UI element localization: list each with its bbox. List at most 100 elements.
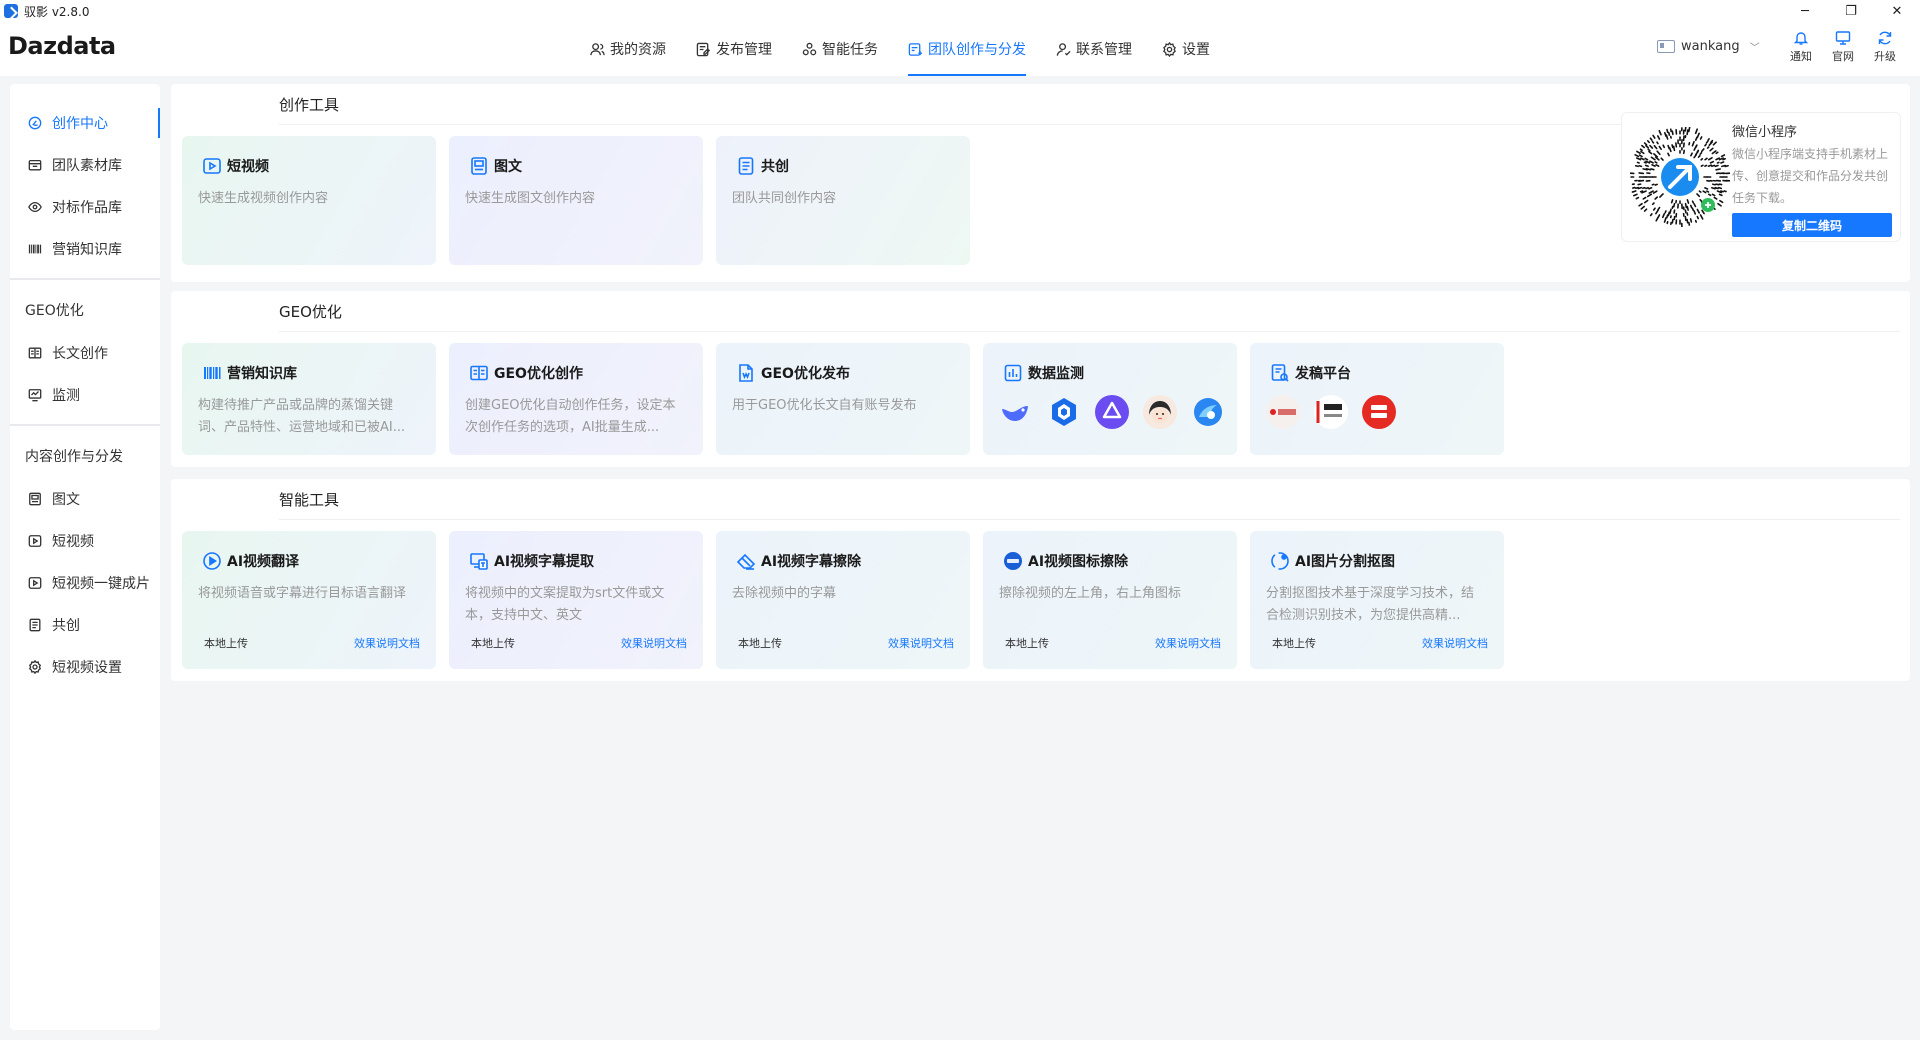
section-title: GEO优化 xyxy=(279,303,342,321)
deepseek-logo[interactable] xyxy=(999,395,1033,429)
action-label: 通知 xyxy=(1790,50,1812,63)
ai-card-subtitle-erase[interactable]: AI视频字幕擦除 去除视频中的字幕 本地上传 效果说明文档 xyxy=(716,531,970,669)
sidebar-item-label: 短视频设置 xyxy=(52,660,122,676)
miniprogram-qr-code xyxy=(1630,127,1730,227)
ai-card-subtitle-extract[interactable]: AI视频字幕提取 将视频中的文案提取为srt文件或文本，支持中文、英文 本地上传… xyxy=(449,531,703,669)
doc-link[interactable]: 效果说明文档 xyxy=(621,635,687,651)
doc-link[interactable]: 效果说明文档 xyxy=(888,635,954,651)
card-desc: 构建待推广产品或品牌的蒸馏关键词、产品特性、运营地域和已被AI... xyxy=(198,398,406,435)
maximize-button[interactable]: ❐ xyxy=(1828,0,1874,22)
sidebar-item-image-text[interactable]: 图文 xyxy=(10,478,160,520)
doubao-logo[interactable] xyxy=(1047,395,1081,429)
sidebar-item-video-settings[interactable]: 短视频设置 xyxy=(10,646,160,688)
tool-card-co-create[interactable]: 共创 团队共同创作内容 xyxy=(716,136,970,265)
card-title-text: 短视频 xyxy=(227,159,269,175)
wenxin-logo[interactable] xyxy=(1191,395,1225,429)
cutout-icon xyxy=(1271,552,1289,570)
sidebar-item-label: 对标作品库 xyxy=(52,200,122,216)
website-button[interactable]: 官网 xyxy=(1822,30,1864,64)
users-icon xyxy=(590,42,605,55)
section-geo: GEO优化 营销知识库 构建待推广产品或品牌的蒸馏关键词、产品特性、运营地域和已… xyxy=(171,291,1910,467)
sidebar-item-video-quick[interactable]: 短视频一键成片 xyxy=(10,562,160,604)
geo-card-publish[interactable]: GEO优化发布 用于GEO优化长文自有账号发布 xyxy=(716,343,970,455)
brand-logo[interactable]: Dazdata xyxy=(8,32,116,60)
logo-erase-icon xyxy=(1004,552,1022,570)
china-box-logo[interactable] xyxy=(1362,395,1396,429)
chevron-down-icon: ﹀ xyxy=(1749,43,1760,54)
local-upload-link[interactable]: 本地上传 xyxy=(1272,635,1316,651)
tool-card-image-text[interactable]: 图文 快速生成图文创作内容 xyxy=(449,136,703,265)
sidebar-item-knowledge[interactable]: 营销知识库 xyxy=(10,228,160,270)
action-label: 升级 xyxy=(1874,50,1896,63)
sidebar-item-monitor[interactable]: 监测 xyxy=(10,374,160,416)
ai-card-video-translate[interactable]: AI视频翻译 将视频语音或字幕进行目标语言翻译 本地上传 效果说明文档 xyxy=(182,531,436,669)
monitor-icon xyxy=(1835,31,1851,45)
id-card-icon xyxy=(1657,40,1675,53)
geo-card-data-monitor[interactable]: 数据监测 xyxy=(983,343,1237,455)
nav-smart-task[interactable]: 智能任务 xyxy=(802,22,878,76)
card-desc: 将视频中的文案提取为srt文件或文本，支持中文、英文 xyxy=(465,586,665,623)
nav-my-resources[interactable]: 我的资源 xyxy=(590,22,666,76)
local-upload-link[interactable]: 本地上传 xyxy=(204,635,248,651)
local-upload-link[interactable]: 本地上传 xyxy=(471,635,515,651)
press-logo[interactable] xyxy=(1266,395,1300,429)
nav-label: 发布管理 xyxy=(716,42,772,58)
card-title: 营销知识库 xyxy=(202,363,297,383)
minimize-button[interactable]: ─ xyxy=(1782,0,1828,22)
section-title: 智能工具 xyxy=(279,491,340,509)
doc-link[interactable]: 效果说明文档 xyxy=(354,635,420,651)
card-title: 共创 xyxy=(736,156,789,176)
upgrade-button[interactable]: 升级 xyxy=(1864,30,1906,64)
copy-qr-button[interactable]: 复制二维码 xyxy=(1732,213,1892,237)
close-button[interactable]: ✕ xyxy=(1874,0,1920,22)
app-header: Dazdata 我的资源 发布管理 智能任务 团队创作与分发 联系管理 设置 w… xyxy=(0,22,1920,76)
nav-settings[interactable]: 设置 xyxy=(1162,22,1210,76)
team-create-icon xyxy=(908,42,923,56)
sidebar-item-label: 团队素材库 xyxy=(52,158,122,174)
geo-card-press-platform[interactable]: 发稿平台 xyxy=(1250,343,1504,455)
doc-link[interactable]: 效果说明文档 xyxy=(1155,635,1221,651)
username: wankang xyxy=(1681,39,1740,54)
media-logo[interactable] xyxy=(1314,395,1348,429)
card-title-text: AI视频翻译 xyxy=(227,554,300,570)
kimi-logo[interactable] xyxy=(1095,395,1129,429)
sidebar-item-longform[interactable]: 长文创作 xyxy=(10,332,160,374)
sidebar-item-benchmark[interactable]: 对标作品库 xyxy=(10,186,160,228)
user-menu[interactable]: wankang ﹀ xyxy=(1657,39,1760,54)
nav-team-create[interactable]: 团队创作与分发 xyxy=(908,22,1026,76)
video-icon xyxy=(28,535,42,547)
contact-icon xyxy=(1056,42,1071,56)
sidebar-item-label: 创作中心 xyxy=(52,116,108,132)
card-title-text: 图文 xyxy=(494,159,522,175)
card-title: 发稿平台 xyxy=(1270,363,1351,383)
tool-card-short-video[interactable]: 短视频 快速生成视频创作内容 xyxy=(182,136,436,265)
sidebar-item-co-create[interactable]: 共创 xyxy=(10,604,160,646)
ai-card-image-cutout[interactable]: AI图片分割抠图 分割抠图技术基于深度学习技术，结合检测识别技术，为您提供高精.… xyxy=(1250,531,1504,669)
sidebar-item-create-center[interactable]: 创作中心 xyxy=(10,102,160,144)
yuanbao-avatar-logo[interactable] xyxy=(1143,395,1177,429)
main-nav: 我的资源 发布管理 智能任务 团队创作与分发 联系管理 设置 xyxy=(590,22,1240,76)
doc-link[interactable]: 效果说明文档 xyxy=(1422,635,1488,651)
sidebar-item-short-video[interactable]: 短视频 xyxy=(10,520,160,562)
local-upload-link[interactable]: 本地上传 xyxy=(738,635,782,651)
gear-icon xyxy=(1163,41,1176,57)
geo-card-knowledge[interactable]: 营销知识库 构建待推广产品或品牌的蒸馏关键词、产品特性、运营地域和已被AI... xyxy=(182,343,436,455)
folder-icon xyxy=(28,159,42,171)
sidebar-item-label: 图文 xyxy=(52,492,80,508)
miniprogram-card: 微信小程序 微信小程序端支持手机素材上传、创意提交和作品分发共创任务下载。 复制… xyxy=(1621,112,1901,242)
card-title: AI视频图标擦除 xyxy=(1003,551,1128,571)
title-bar: 驭影 v2.8.0 ─ ❐ ✕ xyxy=(0,0,1920,22)
geo-card-create[interactable]: GEO优化创作 创建GEO优化自动创作任务，设定本次创作任务的选项，AI批量生成… xyxy=(449,343,703,455)
nav-publish-management[interactable]: 发布管理 xyxy=(696,22,772,76)
card-title: 图文 xyxy=(469,156,522,176)
notify-button[interactable]: 通知 xyxy=(1780,30,1822,64)
local-upload-link[interactable]: 本地上传 xyxy=(1005,635,1049,651)
ai-card-logo-erase[interactable]: AI视频图标擦除 擦除视频的左上角，右上角图标 本地上传 效果说明文档 xyxy=(983,531,1237,669)
doc-icon xyxy=(29,618,41,632)
card-title: AI视频字幕擦除 xyxy=(736,551,861,571)
nav-contact-management[interactable]: 联系管理 xyxy=(1056,22,1132,76)
sidebar-item-label: 共创 xyxy=(52,618,80,634)
sidebar-item-team-materials[interactable]: 团队素材库 xyxy=(10,144,160,186)
card-title: AI视频字幕提取 xyxy=(469,551,594,571)
nav-label: 我的资源 xyxy=(610,42,666,58)
